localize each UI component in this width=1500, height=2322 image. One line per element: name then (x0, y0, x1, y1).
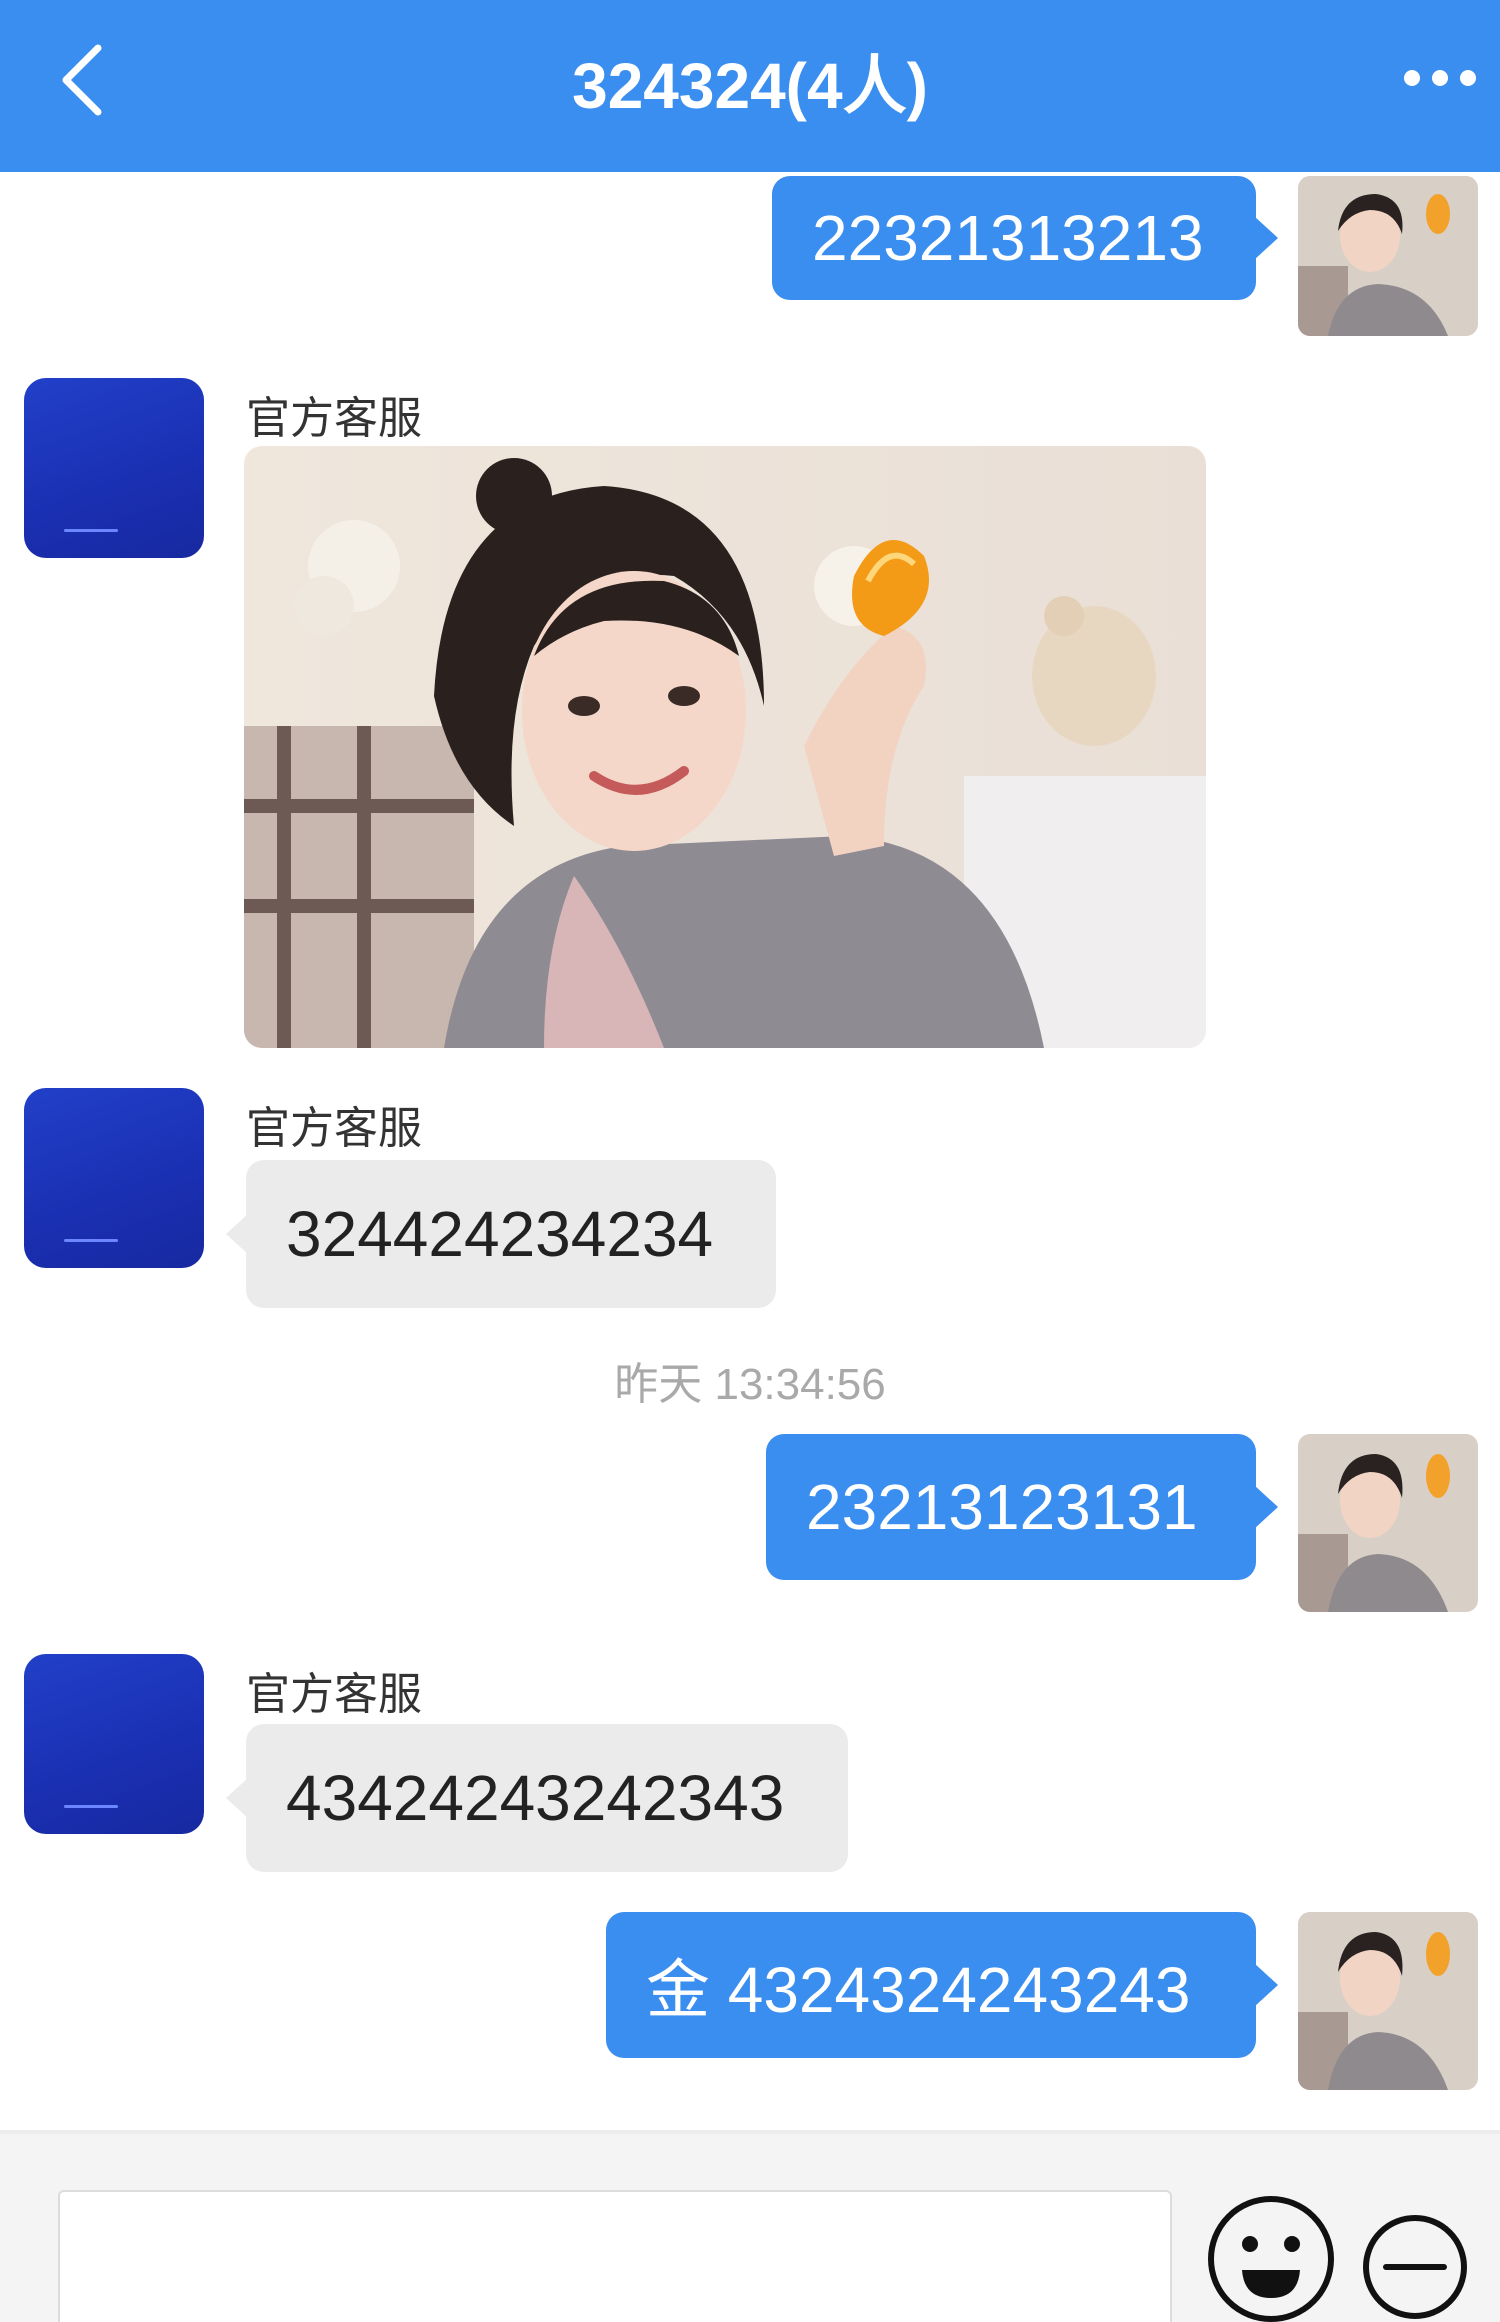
self-avatar[interactable] (1298, 1434, 1478, 1612)
sender-name: 官方客服 (246, 1670, 422, 1719)
chat-page: 324324(4人) 22321313213 官方客服 官方客服 3244242… (0, 0, 1500, 2322)
emoji-button[interactable] (1206, 2194, 1336, 2322)
outgoing-message-bubble[interactable]: 22321313213 (772, 176, 1278, 300)
self-avatar[interactable] (1298, 176, 1478, 336)
emoji-smile-icon (1208, 2196, 1334, 2322)
input-bar (0, 2130, 1500, 2322)
message-text: 43424243242343 (286, 1762, 785, 1834)
outgoing-message-bubble[interactable]: 23213123131 (766, 1434, 1278, 1580)
incoming-message-bubble[interactable]: 324424234234 (226, 1160, 776, 1308)
incoming-message-bubble[interactable]: 43424243242343 (226, 1724, 848, 1872)
sender-name: 官方客服 (246, 1104, 422, 1153)
image-message[interactable] (244, 446, 1206, 1048)
outgoing-message-bubble[interactable]: 金 4324324243243 (606, 1912, 1278, 2058)
photo-image (244, 446, 1206, 1048)
message-text: 23213123131 (806, 1471, 1198, 1543)
support-avatar[interactable] (24, 1088, 204, 1268)
support-avatar[interactable] (24, 1654, 204, 1834)
chat-title: 324324(4人) (572, 50, 928, 122)
message-list[interactable]: 22321313213 官方客服 官方客服 324424234234 昨天 13… (0, 172, 1500, 2130)
support-avatar[interactable] (24, 378, 204, 558)
self-avatar[interactable] (1298, 1912, 1478, 2090)
timestamp: 昨天 13:34:56 (614, 1360, 886, 1409)
self-avatar-image (1298, 1912, 1478, 2090)
header-bar: 324324(4人) (0, 0, 1500, 172)
more-actions-button[interactable] (1360, 2212, 1470, 2322)
self-avatar-image (1298, 176, 1478, 336)
more-dots-icon (1404, 70, 1420, 86)
message-text: 金 4324324243243 (646, 1954, 1191, 2026)
sender-name: 官方客服 (246, 394, 422, 443)
message-text: 22321313213 (812, 202, 1204, 274)
back-button[interactable] (52, 38, 112, 122)
self-avatar-image (1298, 1434, 1478, 1612)
minus-circle-icon (1363, 2215, 1467, 2319)
message-input[interactable] (58, 2190, 1172, 2322)
chevron-left-icon (62, 44, 102, 116)
more-button[interactable] (1404, 64, 1476, 92)
message-text: 324424234234 (286, 1198, 714, 1270)
